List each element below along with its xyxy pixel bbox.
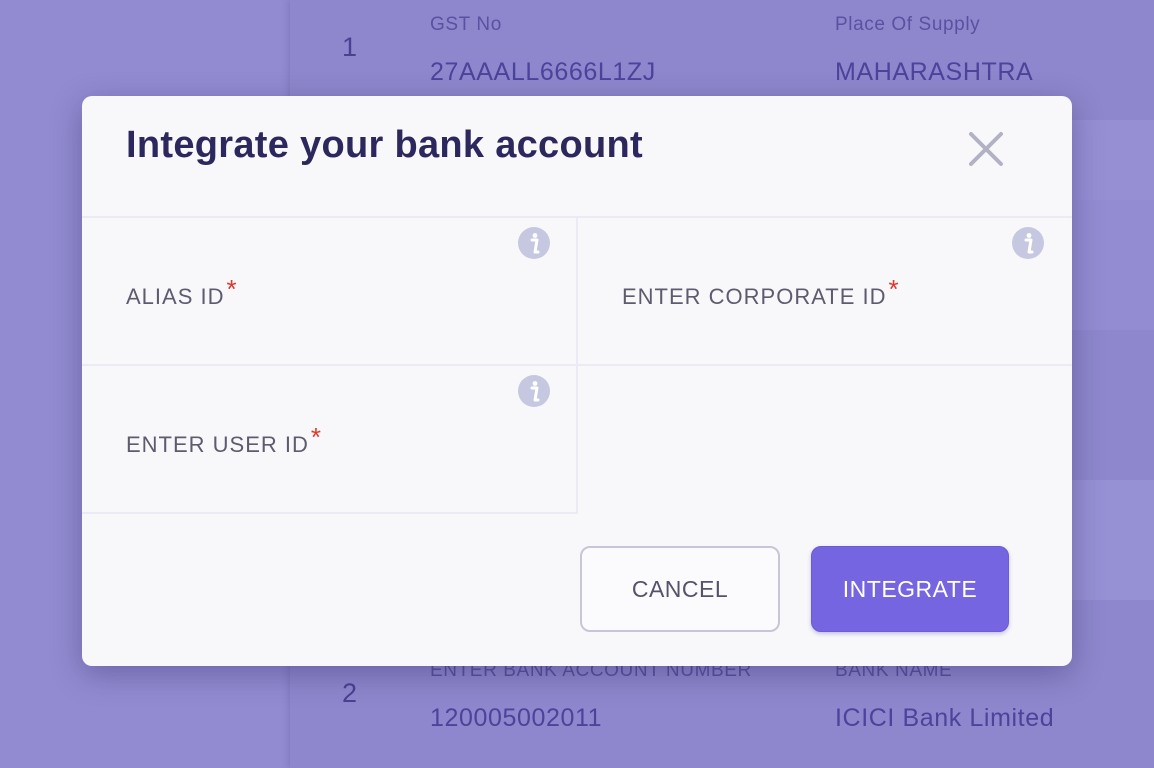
bank-integration-form: ALIAS ID* ENTER CORPORATE ID* ENTER USER… xyxy=(82,216,1072,516)
corporate-id-label: ENTER CORPORATE ID* xyxy=(622,274,900,309)
close-icon[interactable] xyxy=(966,129,1006,169)
alias-id-label: ALIAS ID* xyxy=(126,274,238,309)
required-asterisk: * xyxy=(888,274,900,304)
dialog-title: Integrate your bank account xyxy=(126,124,643,166)
alias-id-field[interactable]: ALIAS ID* xyxy=(82,218,578,366)
background-row-band xyxy=(1072,120,1154,200)
row-number: 2 xyxy=(342,678,358,708)
user-id-label: ENTER USER ID* xyxy=(126,422,323,457)
required-asterisk: * xyxy=(226,274,238,304)
background-row-band xyxy=(1072,480,1154,600)
info-icon[interactable] xyxy=(1011,226,1045,260)
bank-name-value: ICICI Bank Limited xyxy=(835,704,1055,732)
integrate-bank-dialog: Integrate your bank account ALIAS ID* EN… xyxy=(82,96,1072,666)
background-row-band xyxy=(1072,200,1154,330)
alias-id-input[interactable] xyxy=(126,318,530,350)
place-of-supply-label: Place Of Supply xyxy=(835,14,981,35)
cancel-button[interactable]: CANCEL xyxy=(580,546,780,632)
corporate-id-input[interactable] xyxy=(622,318,1026,350)
bank-account-value: 120005002011 xyxy=(430,704,603,732)
user-id-input[interactable] xyxy=(126,466,530,498)
place-of-supply-value: MAHARASHTRA xyxy=(835,58,1034,86)
gst-value: 27AAALL6666L1ZJ xyxy=(430,58,656,86)
empty-grid-cell xyxy=(578,366,1072,514)
required-asterisk: * xyxy=(310,422,323,452)
corporate-id-field[interactable]: ENTER CORPORATE ID* xyxy=(578,218,1072,366)
user-id-field[interactable]: ENTER USER ID* xyxy=(82,366,578,514)
info-icon[interactable] xyxy=(517,226,551,260)
gst-label: GST No xyxy=(430,14,502,35)
info-icon[interactable] xyxy=(517,374,551,408)
row-number: 1 xyxy=(342,32,358,62)
integrate-button[interactable]: INTEGRATE xyxy=(811,546,1009,632)
